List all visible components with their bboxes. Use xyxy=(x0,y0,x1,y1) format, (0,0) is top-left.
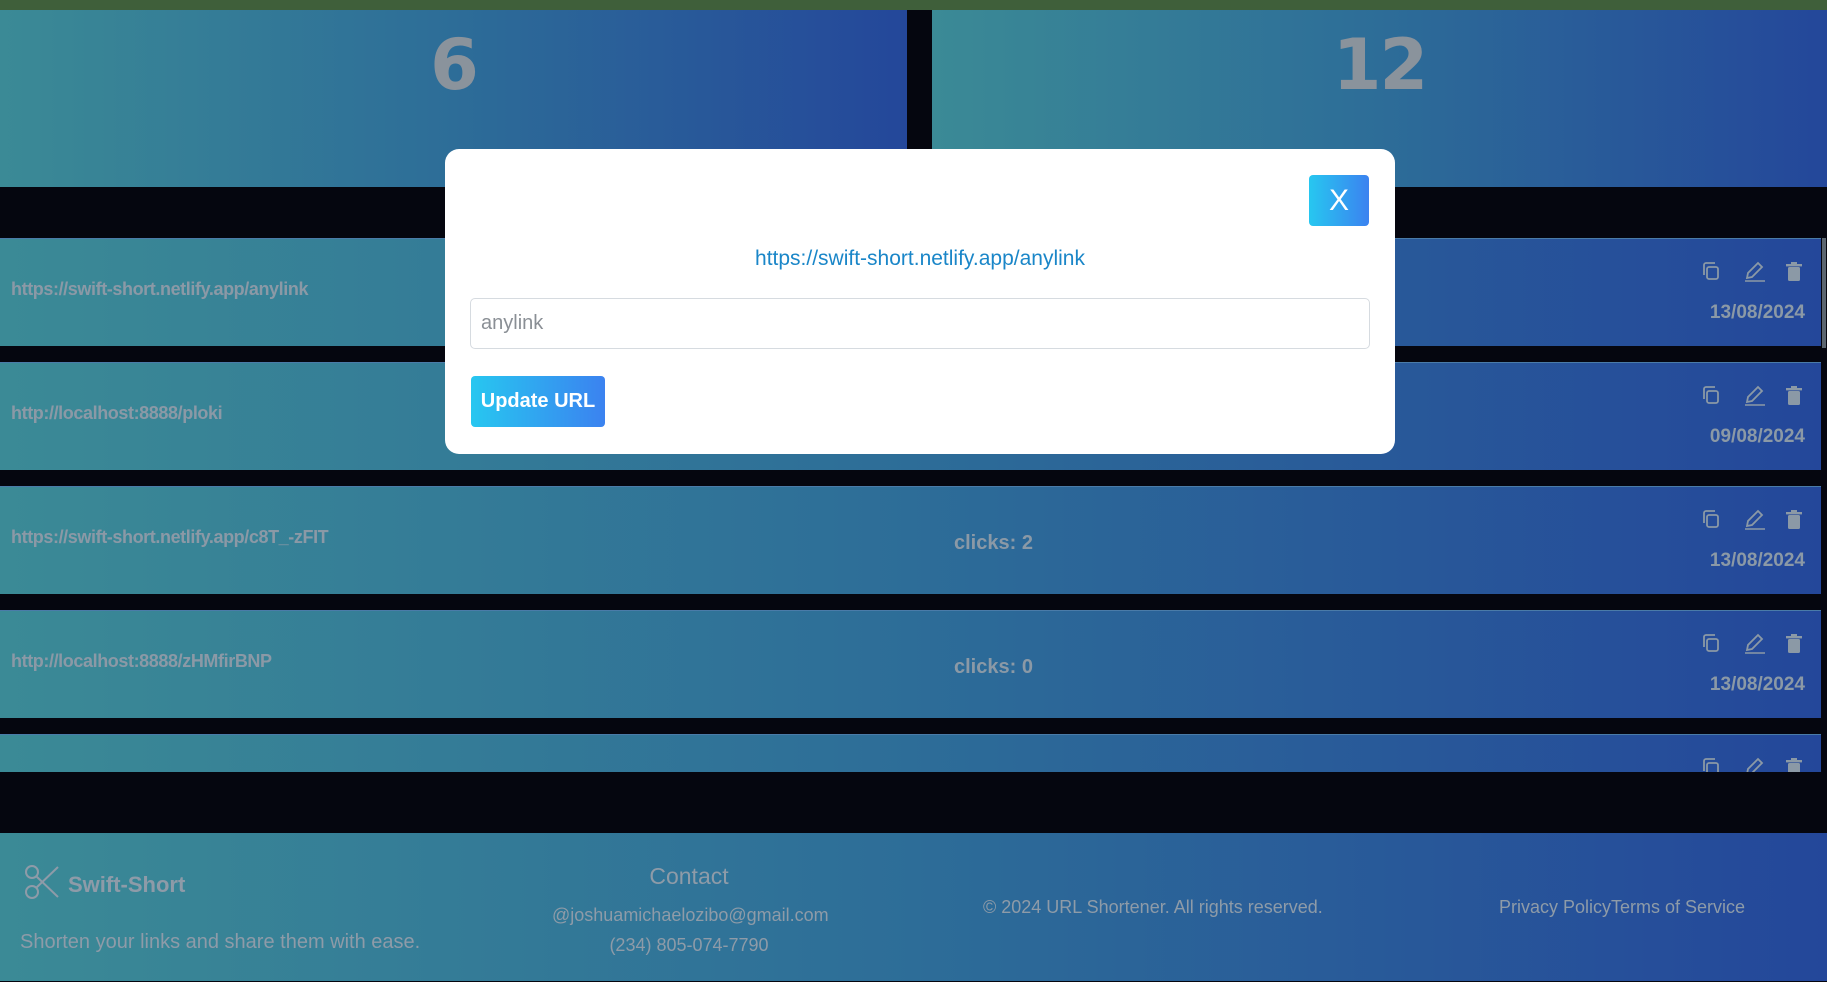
slug-input[interactable] xyxy=(470,298,1370,349)
close-button[interactable]: X xyxy=(1309,175,1369,226)
short-url-link[interactable]: https://swift-short.netlify.app/anylink xyxy=(445,247,1395,271)
edit-url-modal: X https://swift-short.netlify.app/anylin… xyxy=(445,149,1395,454)
modal-overlay: X https://swift-short.netlify.app/anylin… xyxy=(0,0,1827,982)
update-url-button[interactable]: Update URL xyxy=(471,376,605,427)
